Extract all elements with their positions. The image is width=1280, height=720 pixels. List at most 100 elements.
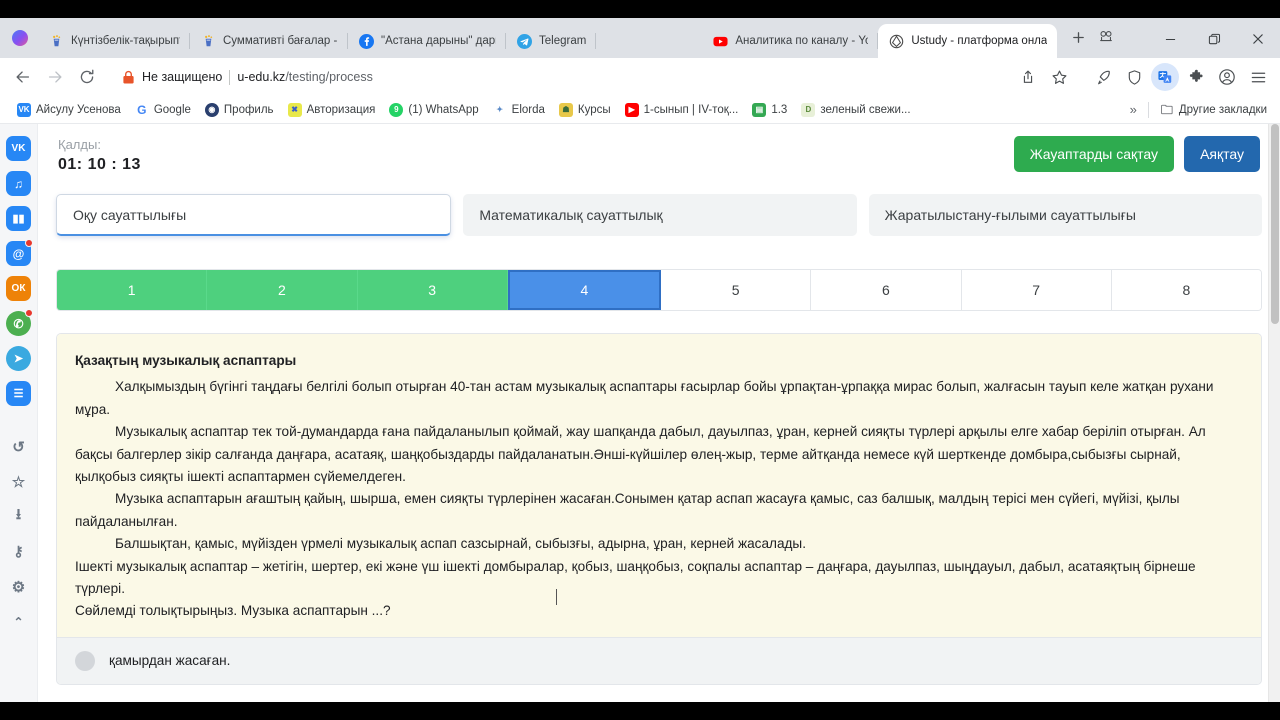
timer-value: 01: 10 : 13 [58,156,141,173]
scrollbar-thumb[interactable] [1271,124,1279,324]
test-content: Қалды: 01: 10 : 13 Жауаптарды сақтау Аяқ… [38,124,1280,702]
letterbox-bottom [0,702,1280,720]
address-bar[interactable]: Не защищено u-edu.kz/testing/process [112,63,1012,91]
bookmark-item[interactable]: ☗ Курсы [552,100,618,120]
browser-tab[interactable]: Суммативті бағалар - Kun [190,24,348,58]
bookmark-item[interactable]: VK Айсулу Усенова [10,100,128,120]
bookmark-label: 1.3 [771,103,788,116]
question-number-button[interactable]: 3 [357,270,508,310]
rocket-icon[interactable] [1089,63,1117,91]
bookmark-item[interactable]: ✖ Авторизация [281,100,383,120]
bookmark-item[interactable]: D зеленый свежи... [794,100,917,120]
list-icon[interactable]: ☰ [6,381,31,406]
toolbar-icons [1014,63,1272,91]
passage-paragraph: Ішекті музыкалық аспаптар – жетігін, шер… [75,558,1196,597]
bookmarks-bar: VK Айсулу Усенова G Google ◉ Профиль ✖ А… [0,96,1280,124]
bookmark-star-icon[interactable] [1045,63,1073,91]
passage-paragraph: Халқымыздың бүгінгі таңдағы белгілі болы… [75,379,1214,417]
question-number-button[interactable]: 5 [661,270,812,310]
insecure-lock-icon [123,70,134,83]
browser-tab[interactable]: Күнтізбелік-тақырыптық [38,24,190,58]
text-cursor [556,589,557,605]
answer-option[interactable]: қамырдан жасаған. [57,636,1261,684]
test-action-buttons: Жауаптарды сақтау Аяқтау [1013,136,1260,172]
profile-icon: ◉ [204,102,219,117]
share-icon[interactable] [1014,63,1042,91]
question-number-button[interactable]: 2 [207,270,358,310]
question-number-button[interactable]: 7 [961,270,1112,310]
odnoklassniki-icon[interactable]: ОК [6,276,31,301]
bookmark-label: Айсулу Усенова [36,103,121,116]
music-icon[interactable]: ♫ [6,171,31,196]
tab-title: "Астана дарыны" дарынд [381,35,496,47]
question-number-button[interactable]: 8 [1111,270,1261,310]
question-number-button[interactable]: 6 [811,270,962,310]
bookmark-label: 1-сынып | IV-тоқ... [643,103,739,116]
maximize-button[interactable] [1192,24,1236,54]
account-avatar-icon[interactable] [1213,63,1241,91]
extensions-puzzle-icon[interactable] [1182,63,1210,91]
star-icon[interactable]: ☆ [6,469,31,494]
tab-search-icon[interactable] [1093,24,1119,50]
forward-button[interactable] [40,62,70,92]
whatsapp-icon[interactable]: ✆ [6,309,33,336]
tab-reading-literacy[interactable]: Оқу сауаттылығы [56,194,452,236]
page-scrollbar[interactable] [1268,124,1280,702]
minimize-button[interactable] [1148,24,1192,54]
tab-science-literacy[interactable]: Жаратылыстану-ғылыми сауаттылығы [868,194,1262,236]
bookmark-item[interactable]: 9 (1) WhatsApp [382,100,485,120]
browser-tab[interactable]: Telegram [506,24,597,58]
bookmark-item[interactable]: G Google [128,100,198,120]
chrome-menu-icon[interactable] [1244,63,1272,91]
notification-badge [25,309,33,317]
subject-tab-label: Математикалық сауаттылық [479,207,663,223]
answer-option-label: қамырдан жасаған. [109,653,231,669]
bookmarks-overflow-button[interactable]: » [1123,99,1144,120]
radio-button-icon[interactable] [75,650,95,671]
subject-tabs: Оқу сауаттылығы Математикалық сауаттылық… [56,194,1262,236]
close-button[interactable] [1236,24,1280,54]
tabstrip-actions [1065,24,1119,50]
kundelik-icon [205,34,213,46]
bookmark-label: Google [153,103,191,116]
shield-icon[interactable] [1120,63,1148,91]
ustudy-icon [890,34,904,48]
bookmark-item[interactable]: ◉ Профиль [198,100,281,120]
stats-icon[interactable]: ▮▮ [6,206,31,231]
url-path: /testing/process [285,70,373,84]
question-pagination: 1 2 3 4 5 6 7 8 [56,269,1262,311]
translate-icon[interactable] [1151,63,1179,91]
passage-text: Қазақтың музыкалық аспаптары Халқымыздың… [57,334,1261,637]
gear-icon[interactable]: ⚙ [6,574,31,599]
screen: Күнтізбелік-тақырыптық Суммативті бағала… [0,0,1280,720]
key-icon[interactable]: ⚷ [6,539,31,564]
browser-tab[interactable]: Аналитика по каналу - Yo [702,24,879,58]
mail-icon[interactable]: @ [6,239,33,266]
tab-math-literacy[interactable]: Математикалық сауаттылық [463,194,857,236]
browser-tab[interactable]: "Астана дарыны" дарынд [348,24,506,58]
history-icon[interactable]: ↺ [6,434,31,459]
download-icon[interactable]: ⭳ [6,504,31,529]
elorda-icon: ✦ [496,104,504,114]
finish-test-button[interactable]: Аяқтау [1184,136,1260,172]
browser-tab-active[interactable]: Ustudy - платформа онла [878,24,1058,58]
bookmarks-divider [1147,101,1149,118]
question-number-button[interactable]: 1 [57,270,208,310]
save-answers-button[interactable]: Жауаптарды сақтау [1013,136,1175,172]
folder-icon: 🗀 [1160,102,1173,117]
vk-icon[interactable]: VK [6,136,31,161]
window-controls [1148,24,1280,54]
telegram-icon[interactable]: ➤ [6,346,31,371]
profile-avatar-icon[interactable] [12,30,28,46]
reload-button[interactable] [72,62,102,92]
question-number-button-current[interactable]: 4 [507,270,661,310]
bookmark-item[interactable]: ✦ Elorda [486,100,552,120]
back-button[interactable] [8,62,38,92]
test-topbar: Қалды: 01: 10 : 13 Жауаптарды сақтау Аяқ… [56,124,1262,174]
google-icon: G [137,102,147,117]
bookmark-item[interactable]: ▤ 1.3 [745,100,794,120]
collapse-icon[interactable]: ⌃ [6,609,31,634]
new-tab-button[interactable] [1065,24,1091,50]
bookmark-item[interactable]: ▶ 1-сынып | IV-тоқ... [618,100,746,120]
other-bookmarks-button[interactable]: 🗀 Другие закладки [1153,100,1274,120]
